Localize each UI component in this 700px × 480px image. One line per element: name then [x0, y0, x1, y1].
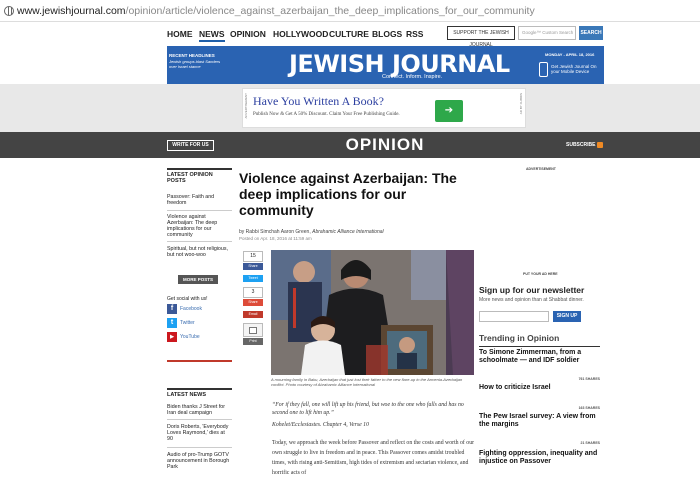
- mourning-family-photo: [271, 250, 474, 375]
- divider: [167, 360, 232, 362]
- nav-rss[interactable]: RSS: [406, 29, 423, 39]
- subscribe-link[interactable]: SUBSCRIBE: [566, 142, 595, 148]
- divider: [167, 210, 232, 211]
- author-org[interactable]: Abrahamic Alliance International: [312, 229, 384, 235]
- mobile-link[interactable]: Get Jewish Journal On your Mobile Device: [551, 64, 603, 74]
- top-nav: HOME NEWS OPINION HOLLYWOOD CULTURE BLOG…: [0, 22, 700, 48]
- nav-news[interactable]: NEWS: [199, 29, 225, 42]
- facebook-icon: f: [167, 304, 177, 314]
- latest-opinion-heading: LATEST OPINION POSTS: [167, 168, 232, 184]
- support-button[interactable]: SUPPORT THE JEWISH JOURNAL: [447, 26, 515, 48]
- ad-side-label: ADVERTISEMENT: [244, 93, 248, 119]
- ad-strip: ADVERTISEMENT Have You Written A Book? P…: [0, 84, 700, 136]
- more-posts-button[interactable]: MORE POSTS: [178, 275, 218, 284]
- divider: [167, 419, 232, 420]
- ad-arrow-button[interactable]: ➔: [435, 100, 463, 122]
- banner-ad[interactable]: ADVERTISEMENT Have You Written A Book? P…: [242, 88, 526, 136]
- latest-news-heading: LATEST NEWS: [167, 388, 232, 398]
- gplus-share-button[interactable]: Share: [243, 299, 263, 306]
- divider: [479, 346, 600, 347]
- write-for-us-button[interactable]: WRITE FOR US: [167, 140, 214, 151]
- site-header: RECENT HEADLINES Jewish groups blast San…: [167, 46, 604, 89]
- opinion-post-link[interactable]: Violence against Azerbaijan: The deep im…: [167, 214, 232, 238]
- news-post-link[interactable]: Doris Roberts, 'Everybody Loves Raymond,…: [167, 424, 232, 442]
- share-count: 761 SHARES: [578, 377, 600, 381]
- share-count: 163 SHARES: [578, 406, 600, 410]
- header-date: MONDAY - APRIL 18, 2016: [545, 52, 595, 57]
- divider: [167, 447, 232, 448]
- trending-item[interactable]: How to criticize Israel: [479, 384, 600, 392]
- section-bar: WRITE FOR US OPINION SUBSCRIBE: [0, 132, 700, 158]
- right-ad-label: ADVERTISEMENT: [526, 167, 556, 171]
- twitter-label: Twitter: [180, 320, 195, 326]
- ad-title[interactable]: Have You Written A Book?: [253, 94, 384, 109]
- trending-item[interactable]: To Simone Zimmerman, from a schoolmate —…: [479, 349, 600, 365]
- section-title: OPINION: [345, 135, 425, 154]
- recent-headline-link[interactable]: Jewish groups blast Sanders over Israel …: [169, 59, 229, 69]
- search-button[interactable]: SEARCH: [579, 26, 603, 40]
- news-post-link[interactable]: Biden thanks J Street for Iran deal camp…: [167, 404, 232, 416]
- nav-opinion[interactable]: OPINION: [230, 29, 266, 39]
- email-button[interactable]: Email: [243, 311, 263, 318]
- newsletter-email-input[interactable]: [479, 311, 549, 322]
- opinion-post-link[interactable]: Spiritual, but not religious, but not wo…: [167, 246, 232, 258]
- posted-date: Posted on Apr. 18, 2016 at 11:59 am: [239, 236, 312, 241]
- quote-citation: Kohelet/Ecclesiastes. Chapter 4, Verse 1…: [272, 422, 369, 428]
- nav-blogs[interactable]: BLOGS: [372, 29, 402, 39]
- article-body: Today, we approach the week before Passo…: [272, 440, 475, 476]
- mobile-phone-icon: [539, 62, 548, 77]
- twitter-icon: t: [167, 318, 177, 328]
- newsletter-subtitle: More news and opinion than at Shabbat di…: [479, 297, 584, 303]
- address-bar[interactable]: www.jewishjournal.com/opinion/article/vi…: [0, 0, 700, 22]
- rss-icon[interactable]: [597, 142, 603, 148]
- print-button[interactable]: Print: [243, 338, 263, 345]
- article-headline: Violence against Azerbaijan: The deep im…: [239, 170, 457, 218]
- signup-button[interactable]: SIGN UP: [553, 311, 581, 322]
- divider: [167, 241, 232, 242]
- url-text[interactable]: www.jewishjournal.com/opinion/article/vi…: [17, 5, 535, 17]
- trending-heading: Trending in Opinion: [479, 333, 560, 343]
- search-input[interactable]: Google™ Custom Search: [518, 26, 576, 40]
- print-icon[interactable]: [243, 323, 263, 337]
- opinion-post-link[interactable]: Passover: Faith and freedom: [167, 194, 232, 206]
- ad-placeholder[interactable]: PUT YOUR AD HERE: [523, 272, 558, 276]
- ad-side-label-right: AD BY XLIBRIS: [519, 93, 523, 115]
- youtube-link[interactable]: ▶ YouTube: [167, 332, 200, 342]
- social-heading: Get social with us!: [167, 296, 208, 302]
- article-byline: by Rabbi Simchah Aaron Green, Abrahamic …: [239, 229, 384, 235]
- youtube-icon: ▶: [167, 332, 177, 342]
- youtube-label: YouTube: [180, 334, 200, 340]
- article-photo: [271, 250, 474, 375]
- photo-caption: A mourning family in Baku, Azerbaijan th…: [271, 377, 463, 387]
- recent-headlines-label: RECENT HEADLINES: [169, 53, 215, 58]
- facebook-link[interactable]: f Facebook: [167, 304, 202, 314]
- globe-icon: [4, 5, 14, 16]
- trending-item[interactable]: Fighting oppression, inequality and inju…: [479, 450, 600, 466]
- nav-hollywood[interactable]: HOLLYWOOD: [273, 29, 328, 39]
- newsletter-title: Sign up for our newsletter: [479, 285, 585, 295]
- facebook-label: Facebook: [180, 306, 202, 312]
- ad-text: Publish Now & Get A 50% Discount. Claim …: [253, 112, 400, 117]
- gplus-share-count: 3: [243, 287, 263, 298]
- share-column: 15 Share Tweet 3 Share Email Print: [243, 251, 263, 345]
- nav-home[interactable]: HOME: [167, 29, 193, 39]
- article-quote: “For if they fall, one will lift up his …: [272, 402, 464, 416]
- share-count: 21 SHARES: [580, 441, 600, 445]
- facebook-share-count: 15: [243, 251, 263, 262]
- facebook-share-button[interactable]: Share: [243, 263, 263, 270]
- nav-culture[interactable]: CULTURE: [329, 29, 369, 39]
- twitter-link[interactable]: t Twitter: [167, 318, 195, 328]
- tweet-button[interactable]: Tweet: [243, 275, 263, 282]
- tagline: Connect. Inform. Inspire.: [382, 74, 443, 80]
- news-post-link[interactable]: Audio of pro-Trump GOTV announcement in …: [167, 452, 232, 470]
- trending-item[interactable]: The Pew Israel survey: A view from the m…: [479, 413, 600, 429]
